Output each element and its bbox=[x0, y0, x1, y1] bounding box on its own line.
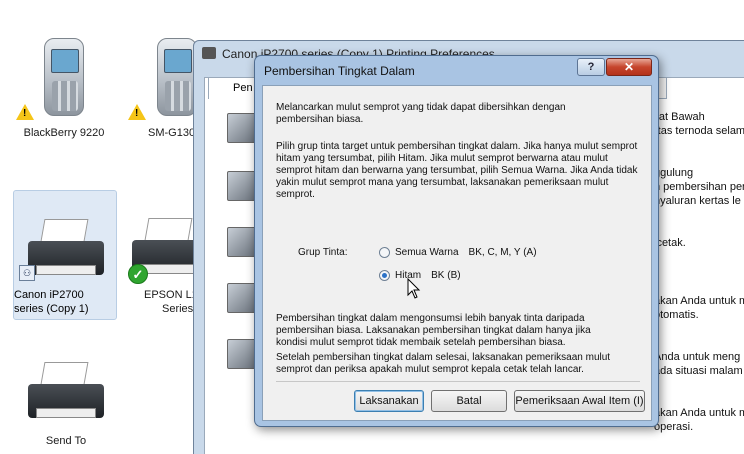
ink-group-label: Grup Tinta: bbox=[298, 247, 348, 258]
mouse-cursor-icon bbox=[407, 278, 421, 299]
separator bbox=[276, 381, 640, 382]
device-label-line2: series (Copy 1) bbox=[14, 303, 89, 315]
bg-text: rtas ternoda selam bbox=[654, 125, 744, 137]
printer-icon bbox=[28, 362, 104, 418]
device-label-line2: Series bbox=[162, 303, 194, 315]
warning-icon: ! bbox=[128, 104, 146, 120]
bg-text: ada situasi malam bbox=[654, 365, 743, 377]
cancel-button[interactable]: Batal bbox=[431, 390, 507, 412]
execute-button[interactable]: Laksanakan bbox=[354, 390, 424, 412]
warning-icon: ! bbox=[16, 104, 34, 120]
bg-text: otomatis. bbox=[654, 309, 699, 321]
instruction-text: Pilih grup tinta target untuk pembersiha… bbox=[276, 141, 638, 200]
device-label: BlackBerry 9220 bbox=[23, 127, 105, 139]
note-consumption-text: Pembersihan tingkat dalam mengonsumsi le… bbox=[276, 313, 591, 348]
intro-text: Melancarkan mulut semprot yang tidak dap… bbox=[276, 102, 566, 125]
radio-button[interactable] bbox=[379, 247, 390, 258]
bg-text: akan Anda untuk m bbox=[654, 295, 744, 307]
close-button[interactable]: ✕ bbox=[606, 58, 652, 76]
radio-sublabel: BK, C, M, Y (A) bbox=[468, 247, 537, 259]
printer-icon bbox=[28, 219, 104, 275]
dialog-title: Pembersihan Tingkat Dalam bbox=[264, 64, 415, 78]
radio-button[interactable] bbox=[379, 270, 390, 281]
help-button[interactable]: ? bbox=[577, 58, 605, 76]
radio-label: Semua Warna bbox=[395, 247, 459, 259]
dialog-body: Melancarkan mulut semprot yang tidak dap… bbox=[262, 85, 652, 421]
preliminary-check-button[interactable]: Pemeriksaan Awal Item (I) bbox=[514, 390, 645, 412]
radio-all-colors[interactable]: Semua Warna BK, C, M, Y (A) bbox=[379, 247, 537, 258]
bg-text: n pembersihan per bbox=[654, 181, 744, 193]
printer-small-icon bbox=[202, 47, 216, 59]
tab-label: Pen bbox=[233, 82, 253, 94]
device-label-line1: EPSON L1 bbox=[144, 289, 198, 301]
bg-text: operasi. bbox=[654, 421, 694, 433]
radio-sublabel: BK (B) bbox=[431, 270, 461, 282]
phone-icon bbox=[157, 38, 197, 116]
bg-text: akan Anda untuk m bbox=[654, 407, 744, 419]
deep-cleaning-dialog: Pembersihan Tingkat Dalam ? ✕ Melancarka… bbox=[254, 55, 659, 427]
phone-icon bbox=[44, 38, 84, 116]
device-canon-printer[interactable]: ⚇ Canon iP2700 series (Copy 1) bbox=[13, 190, 117, 320]
default-printer-check-icon: ✓ bbox=[128, 264, 148, 284]
note-after-text: Setelah pembersihan tingkat dalam selesa… bbox=[276, 352, 611, 375]
bg-text: Anda untuk meng bbox=[654, 351, 741, 363]
bg-text: nyaluran kertas le bbox=[654, 195, 741, 207]
shared-printer-icon: ⚇ bbox=[19, 265, 35, 281]
device-label-line1: Send To bbox=[45, 435, 87, 447]
bg-text: ggulung bbox=[654, 167, 694, 179]
device-label-line1: Canon iP2700 bbox=[14, 289, 84, 301]
bg-text: ilat Bawah bbox=[654, 111, 705, 123]
